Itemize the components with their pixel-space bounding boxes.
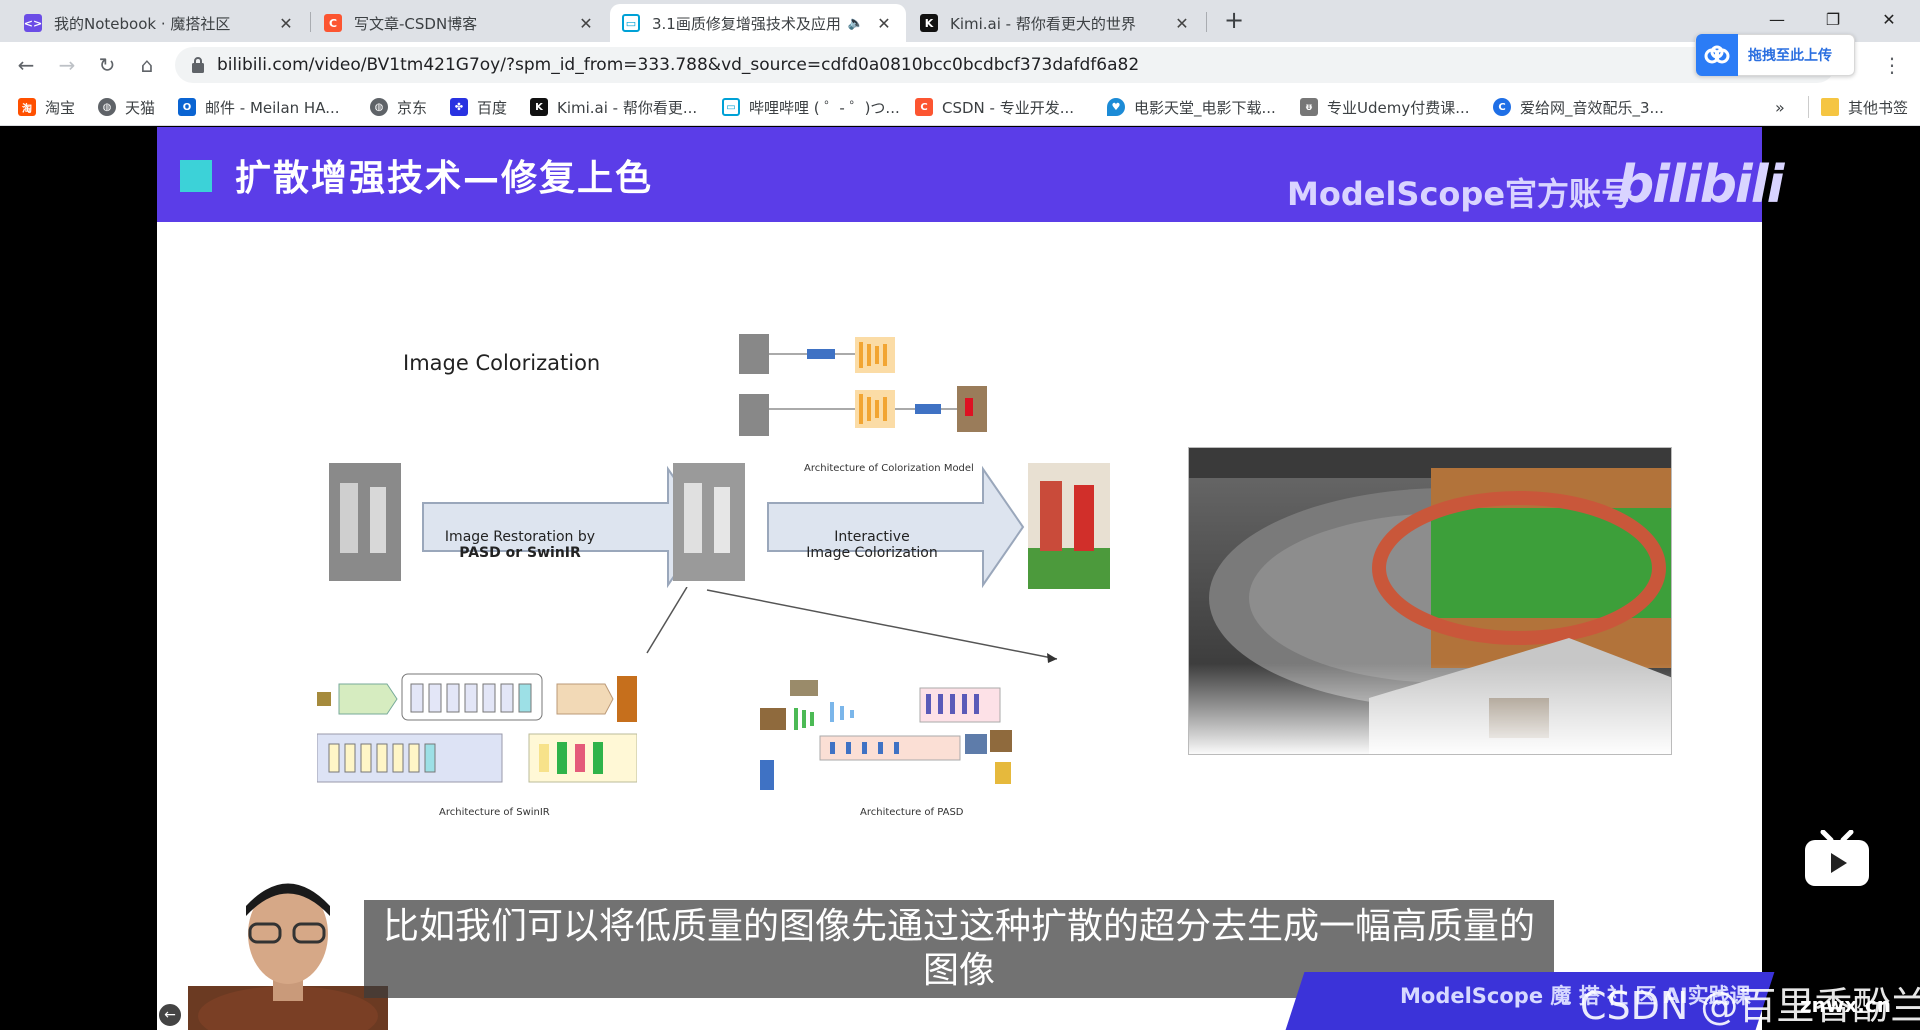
outlook-icon: O bbox=[178, 98, 196, 116]
bookmark-bilibili[interactable]: ▭ 哔哩哔哩 ( ゜- ゜)つ... bbox=[722, 96, 900, 118]
slide-title: 扩散增强技术—修复上色 bbox=[235, 158, 654, 199]
bookmark-label: 京东 bbox=[397, 98, 428, 117]
caption-swinir: Architecture of SwinIR bbox=[439, 807, 550, 818]
close-icon[interactable]: ✕ bbox=[576, 13, 596, 33]
bookmark-label: 专业Udemy付费课... bbox=[1327, 98, 1470, 117]
bookmark-dytt[interactable]: ♥ 电影天堂_电影下载... bbox=[1107, 96, 1276, 118]
video-player[interactable]: 扩散增强技术—修复上色 ModelScope官方账号 bilibili Imag… bbox=[0, 127, 1920, 1030]
close-icon[interactable]: ✕ bbox=[1172, 13, 1192, 33]
tab-separator bbox=[310, 12, 311, 32]
tab-title: Kimi.ai - 帮你看更大的世界 bbox=[950, 14, 1136, 33]
tab-bilibili-video[interactable]: ▭ 3.1画质修复增强技术及应用 🔈 ✕ bbox=[610, 4, 906, 42]
bookmark-label: 其他书签 bbox=[1848, 98, 1909, 117]
menu-kebab-icon[interactable]: ⋮ bbox=[1882, 52, 1902, 78]
bookmark-label: 天猫 bbox=[125, 98, 156, 117]
bookmark-taobao[interactable]: 淘 淘宝 bbox=[18, 96, 75, 118]
bookmark-outlook[interactable]: O 邮件 - Meilan HA... bbox=[178, 96, 340, 118]
arrow-label-line: Image Restoration by bbox=[444, 529, 596, 545]
close-icon[interactable]: ✕ bbox=[276, 13, 296, 33]
other-bookmarks-folder[interactable]: 其他书签 bbox=[1808, 96, 1908, 118]
kimi-icon: K bbox=[530, 98, 548, 116]
modelscope-brand: ModelScope官方账号 bbox=[1287, 175, 1634, 213]
swinir-architecture-diagram bbox=[317, 673, 637, 783]
modelscope-icon: <> bbox=[24, 14, 42, 32]
bookmark-udemy[interactable]: ᵿ 专业Udemy付费课... bbox=[1300, 96, 1470, 118]
back-arrow-icon[interactable]: ← bbox=[12, 51, 40, 79]
bookmark-tmall[interactable]: ◍ 天猫 bbox=[98, 96, 155, 118]
csdn-icon: C bbox=[324, 14, 342, 32]
bookmark-jd[interactable]: ◍ 京东 bbox=[370, 96, 427, 118]
subtitle-line: 比如我们可以将低质量的图像先通过这种扩散的超分去生成一幅高质量的 bbox=[382, 906, 1535, 947]
header-square-marker bbox=[180, 160, 212, 192]
bilibili-icon: ▭ bbox=[622, 14, 640, 32]
baidu-icon: ✤ bbox=[450, 98, 468, 116]
bookmark-aigei[interactable]: C 爱给网_音效配乐_3... bbox=[1493, 96, 1664, 118]
cloud-icon bbox=[1696, 34, 1738, 76]
bookmark-label: CSDN - 专业开发... bbox=[942, 98, 1075, 117]
new-tab-button[interactable]: + bbox=[1220, 6, 1248, 34]
bookmark-kimi[interactable]: K Kimi.ai - 帮你看更... bbox=[530, 96, 697, 118]
slide: 扩散增强技术—修复上色 ModelScope官方账号 bilibili Imag… bbox=[157, 127, 1784, 1030]
arrow-label-line: Image Colorization bbox=[806, 545, 938, 561]
forward-arrow-icon[interactable]: → bbox=[53, 51, 81, 79]
znwx-watermark: znwx.cn bbox=[1800, 993, 1891, 1017]
udemy-icon: ᵿ bbox=[1300, 98, 1318, 116]
address-bar[interactable]: bilibili.com/video/BV1tm421G7oy/?spm_id_… bbox=[175, 47, 1835, 83]
bookmark-csdn[interactable]: C CSDN - 专业开发... bbox=[915, 96, 1074, 118]
pasd-architecture-diagram bbox=[760, 680, 1012, 790]
arrow-label-line: Interactive bbox=[834, 529, 910, 545]
bookmark-label: 哔哩哔哩 ( ゜- ゜)つ... bbox=[749, 98, 900, 117]
stadium-colorization-demo-image bbox=[1188, 447, 1672, 755]
presenter-webcam bbox=[188, 883, 388, 1030]
bilibili-tv-icon[interactable] bbox=[1803, 830, 1871, 888]
tab-kimi[interactable]: K Kimi.ai - 帮你看更大的世界 ✕ bbox=[908, 4, 1204, 42]
taobao-icon: 淘 bbox=[18, 98, 36, 116]
bookmark-baidu[interactable]: ✤ 百度 bbox=[450, 96, 507, 118]
bookmarks-overflow-chevron[interactable]: » bbox=[1775, 96, 1785, 118]
bookmark-label: 淘宝 bbox=[45, 98, 76, 117]
bookmarks-bar: 淘 淘宝 ◍ 天猫 O 邮件 - Meilan HA... ◍ 京东 ✤ 百度 … bbox=[0, 88, 1920, 126]
tab-title: 写文章-CSDN博客 bbox=[354, 14, 478, 33]
globe-icon: ◍ bbox=[98, 98, 116, 116]
kimi-icon: K bbox=[920, 14, 938, 32]
lock-icon[interactable] bbox=[191, 56, 205, 74]
colorization-model-diagram bbox=[739, 334, 987, 436]
window-close-button[interactable]: ✕ bbox=[1862, 0, 1916, 38]
bilibili-icon: ▭ bbox=[722, 98, 740, 116]
arrow-label-restoration: Image Restoration by PASD or SwinIR bbox=[430, 529, 610, 561]
tab-strip: <> 我的Notebook · 魔搭社区 ✕ C 写文章-CSDN博客 ✕ ▭ … bbox=[0, 0, 1920, 42]
upload-label: 拖拽至此上传 bbox=[1748, 48, 1832, 64]
tab-separator bbox=[1206, 12, 1207, 32]
csdn-icon: C bbox=[915, 98, 933, 116]
tab-csdn-write[interactable]: C 写文章-CSDN博客 ✕ bbox=[312, 4, 608, 42]
shield-icon: ♥ bbox=[1107, 98, 1125, 116]
bookmark-label: 电影天堂_电影下载... bbox=[1134, 98, 1276, 117]
reload-icon[interactable]: ↻ bbox=[93, 51, 121, 79]
tab-title: 3.1画质修复增强技术及应用 bbox=[652, 14, 841, 33]
bookmark-label: 爱给网_音效配乐_3... bbox=[1520, 98, 1664, 117]
tab-title: 我的Notebook · 魔搭社区 bbox=[54, 14, 231, 33]
minimize-button[interactable]: — bbox=[1750, 0, 1804, 38]
globe-icon: ◍ bbox=[370, 98, 388, 116]
slide-header: 扩散增强技术—修复上色 ModelScope官方账号 bilibili bbox=[157, 127, 1784, 222]
aigei-icon: C bbox=[1493, 98, 1511, 116]
bilibili-logo: bilibili bbox=[1617, 155, 1784, 215]
bookmark-label: Kimi.ai - 帮你看更... bbox=[557, 98, 698, 117]
close-icon[interactable]: ✕ bbox=[874, 13, 894, 33]
caption-pasd: Architecture of PASD bbox=[860, 807, 964, 818]
section-heading: Image Colorization bbox=[403, 351, 601, 375]
speaker-icon[interactable]: 🔈 bbox=[848, 16, 864, 31]
arrow-label-colorization: Interactive Image Colorization bbox=[777, 529, 967, 561]
arrow-label-line: PASD or SwinIR bbox=[459, 545, 581, 561]
url-text[interactable]: bilibili.com/video/BV1tm421G7oy/?spm_id_… bbox=[217, 55, 1139, 75]
home-icon[interactable]: ⌂ bbox=[133, 51, 161, 79]
folder-icon bbox=[1821, 98, 1839, 116]
collapse-arrow-icon[interactable]: ← bbox=[157, 1002, 183, 1028]
restore-button[interactable]: ❐ bbox=[1806, 0, 1860, 38]
toolbar: ← → ↻ ⌂ bilibili.com/video/BV1tm421G7oy/… bbox=[0, 42, 1920, 88]
tab-modelscope-notebook[interactable]: <> 我的Notebook · 魔搭社区 ✕ bbox=[12, 4, 308, 42]
bookmark-label: 百度 bbox=[477, 98, 508, 117]
bookmark-label: 邮件 - Meilan HA... bbox=[205, 98, 340, 117]
baidu-upload-widget[interactable]: 拖拽至此上传 bbox=[1695, 34, 1855, 76]
